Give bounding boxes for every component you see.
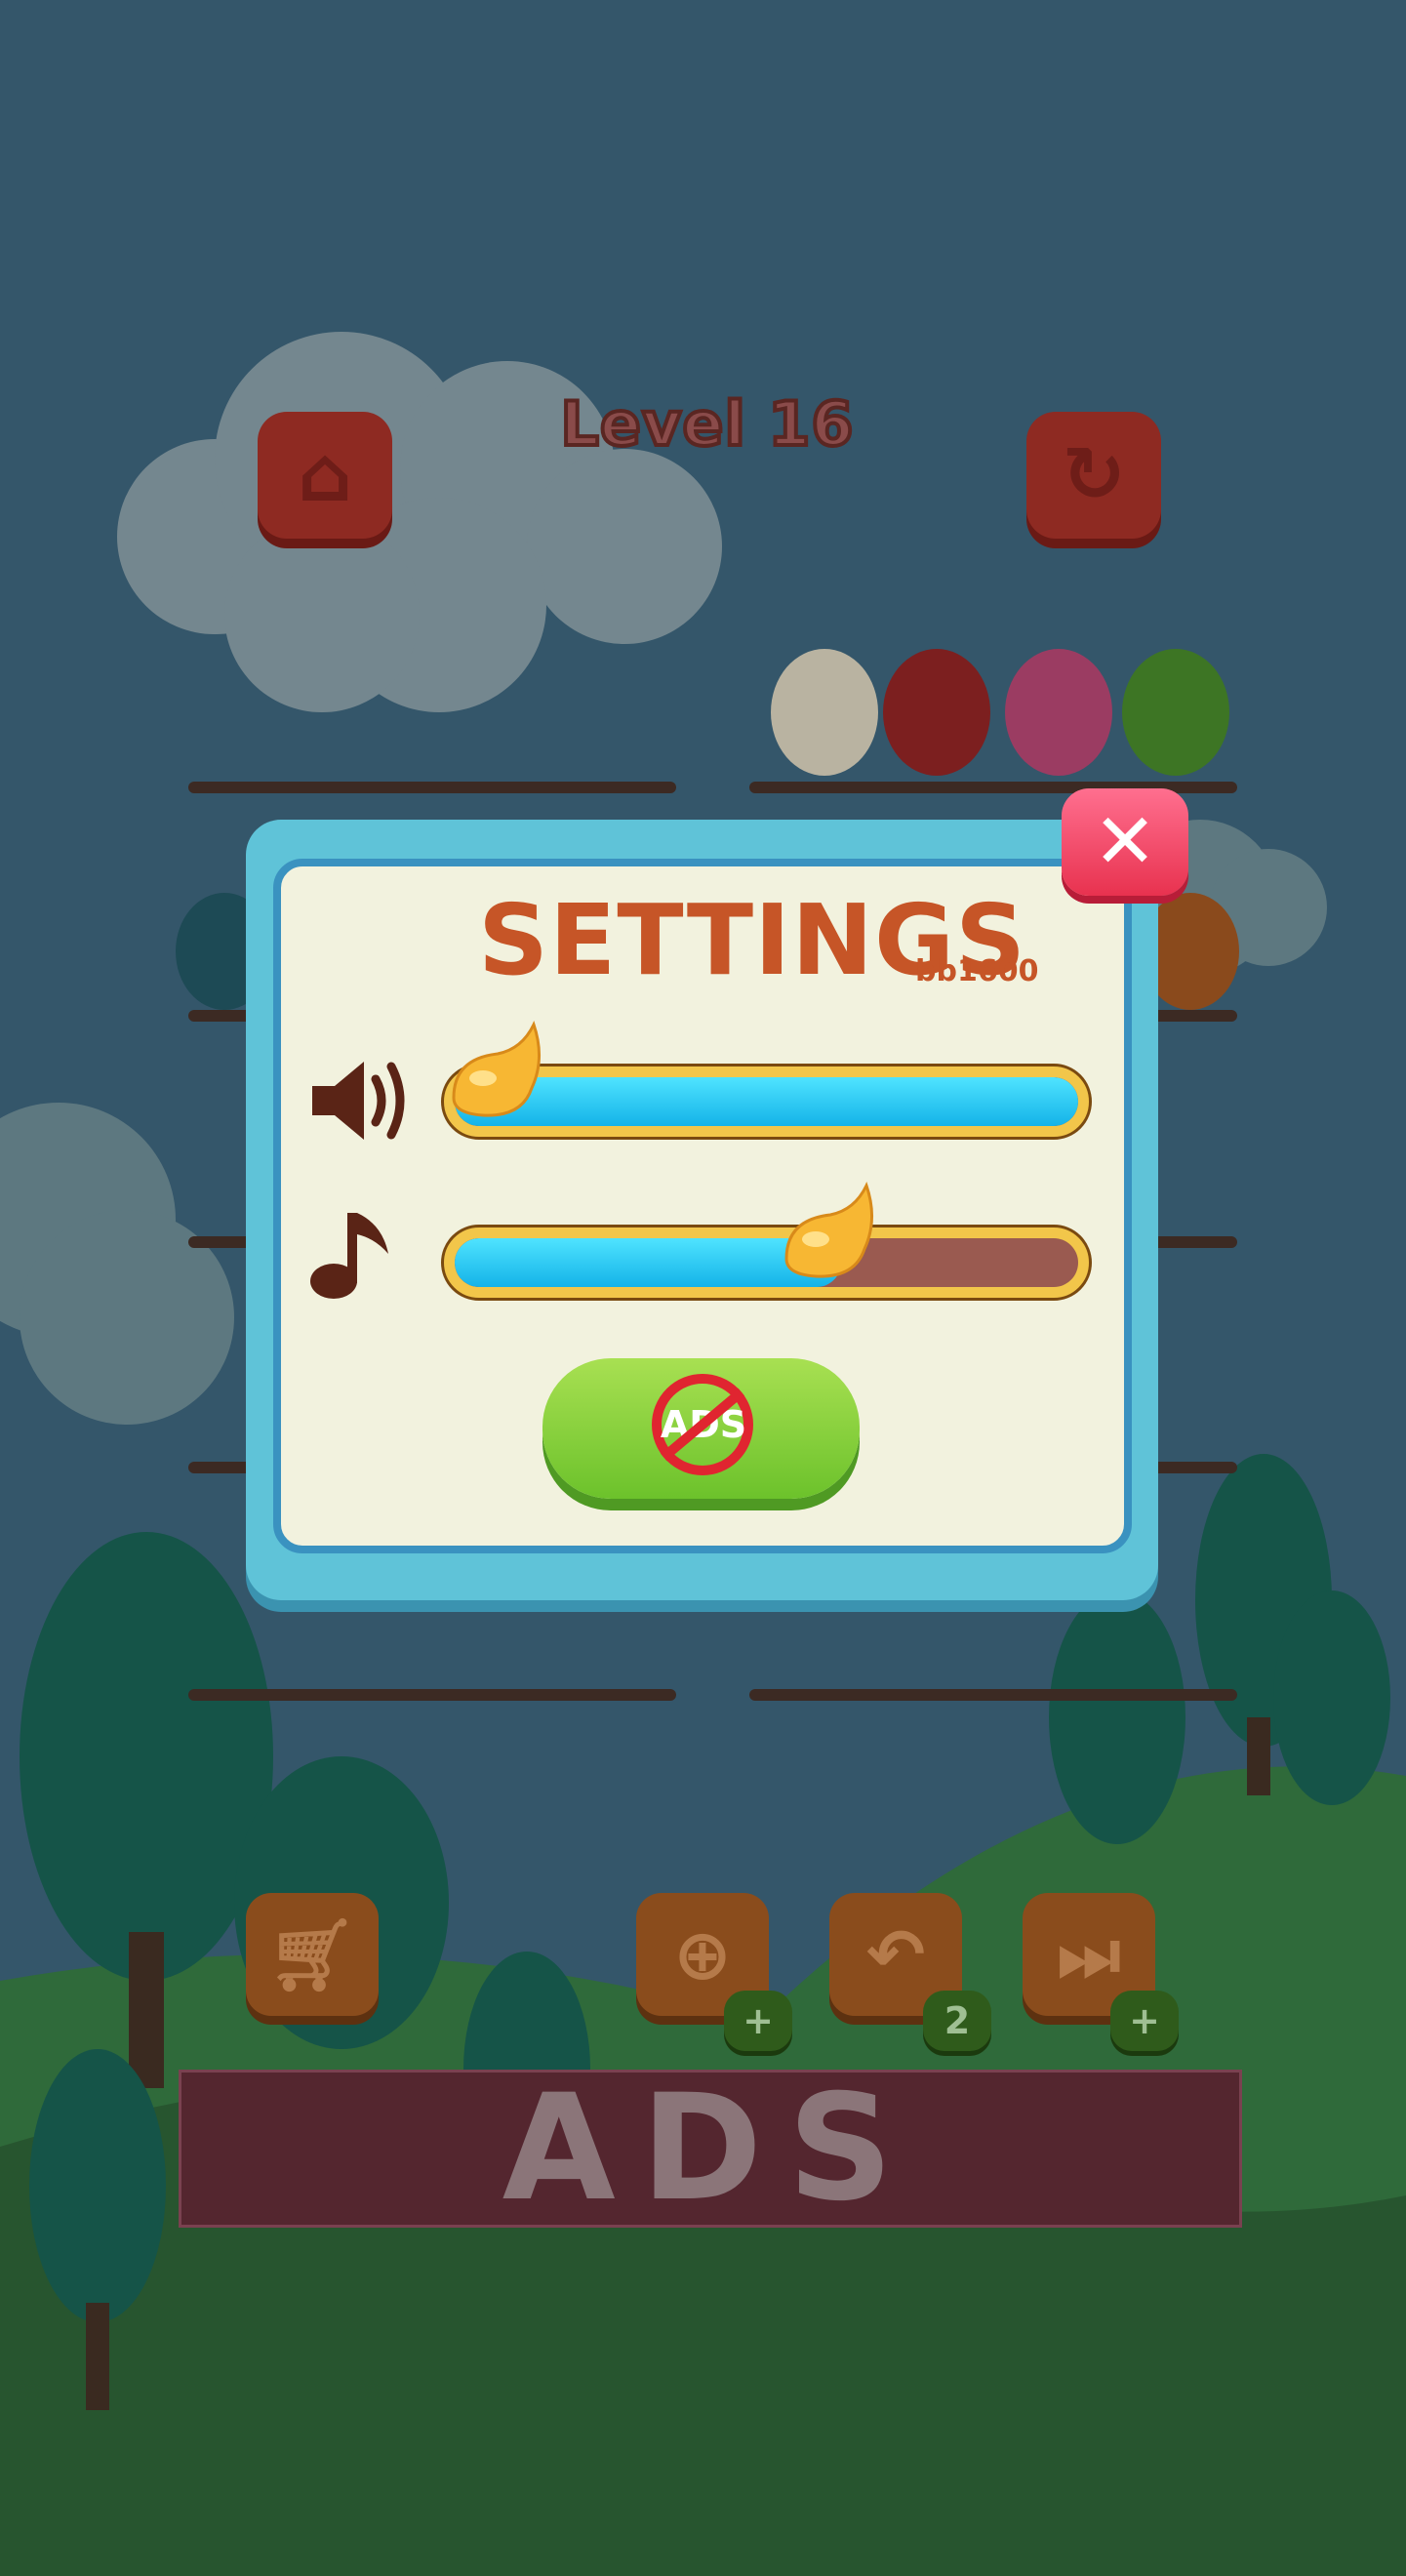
ads-banner[interactable]: ADS <box>179 2064 1242 2234</box>
cart-icon: 🛒︎ <box>267 1913 357 1995</box>
undo-icon: ↶ <box>865 1913 926 1995</box>
add-branch-icon: ⊕ <box>672 1913 733 1995</box>
music-slider[interactable] <box>441 1225 1092 1301</box>
settings-title: SETTINGS <box>478 883 1027 997</box>
speaker-icon <box>312 1062 405 1140</box>
branch <box>188 1689 676 1701</box>
close-icon: ✕ <box>1093 798 1157 886</box>
music-note-icon <box>310 1213 388 1299</box>
branch <box>749 1689 1237 1701</box>
home-button[interactable]: ⌂ <box>258 412 392 539</box>
music-slider-knob[interactable] <box>777 1181 884 1288</box>
undo-count-badge: 2 <box>923 1991 991 2051</box>
settings-subtitle: bb1600 <box>915 954 1039 988</box>
skip-icon: ⏭ <box>1057 1913 1121 1995</box>
add-branch-plus-badge: + <box>724 1991 792 2051</box>
music-slider-track <box>455 1238 1078 1287</box>
ads-banner-text: ADS <box>502 2064 919 2234</box>
plus-icon: + <box>743 1999 774 2042</box>
shop-button[interactable]: 🛒︎ <box>246 1893 379 2016</box>
skip-plus-badge: + <box>1110 1991 1179 2051</box>
home-icon: ⌂ <box>298 431 352 519</box>
restart-button[interactable]: ↻ <box>1026 412 1161 539</box>
restart-icon: ↻ <box>1062 431 1126 519</box>
undo-count: 2 <box>944 1999 971 2042</box>
branch <box>188 782 676 793</box>
close-button[interactable]: ✕ <box>1062 788 1188 896</box>
level-title: Level 16 <box>558 386 855 462</box>
plus-icon: + <box>1129 1999 1160 2042</box>
sound-slider-knob[interactable] <box>444 1020 551 1127</box>
